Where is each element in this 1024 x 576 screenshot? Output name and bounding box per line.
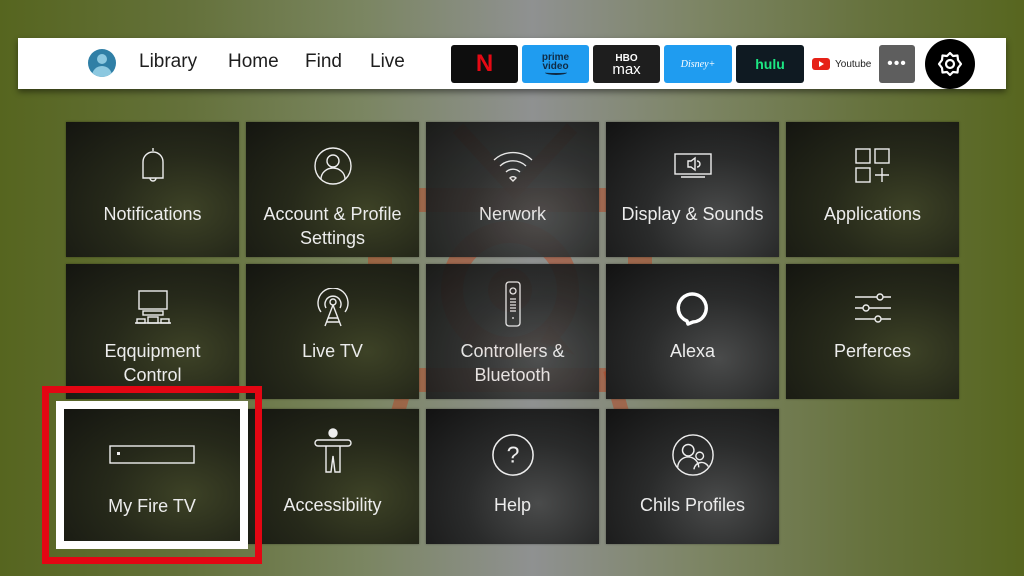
- app-prime-video[interactable]: prime video: [522, 45, 589, 83]
- apps-grid-icon: [851, 144, 895, 188]
- tile-label: Display & Sounds: [621, 204, 764, 224]
- user-circle-icon: [311, 144, 355, 188]
- tile-live-tv[interactable]: Live TV: [246, 264, 419, 399]
- netflix-logo-icon: N: [475, 50, 494, 77]
- hbo-logo-line2: max: [612, 61, 641, 78]
- app-netflix[interactable]: N: [451, 45, 518, 83]
- nav-home[interactable]: Home: [228, 51, 279, 73]
- accessibility-icon: [311, 428, 355, 473]
- help-icon: ?: [491, 433, 535, 477]
- tile-account-profile-settings[interactable]: Account & Profile Settings: [246, 122, 419, 257]
- app-disney-plus[interactable]: Disney+: [664, 45, 732, 83]
- highlight-box: [42, 386, 262, 564]
- tile-equipment-control[interactable]: Eqquipment Control: [66, 264, 239, 399]
- nav-live[interactable]: Live: [370, 51, 405, 73]
- tile-controllers-bluetooth[interactable]: Controllers & Bluetooth: [426, 264, 599, 399]
- tile-label: Nerwork: [478, 204, 546, 224]
- more-apps-button[interactable]: •••: [879, 45, 915, 83]
- tile-label: Perferces: [833, 341, 912, 361]
- tile-label: Help: [493, 495, 532, 515]
- disney-logo-icon: Disney+: [680, 58, 716, 70]
- tv-speaker-icon: [671, 144, 715, 188]
- tile-label: Chils Profiles: [639, 495, 746, 515]
- tile-accessibility[interactable]: Accessibility: [246, 409, 419, 544]
- tile-help[interactable]: ? Help: [426, 409, 599, 544]
- app-youtube[interactable]: Youtube: [812, 45, 872, 83]
- user-avatar-icon[interactable]: [88, 49, 116, 77]
- tile-notifications[interactable]: Notifications: [66, 122, 239, 257]
- hulu-logo-icon: hulu: [755, 56, 785, 72]
- nav-find[interactable]: Find: [305, 51, 342, 73]
- gear-icon: [937, 51, 963, 77]
- remote-icon: [491, 281, 535, 327]
- tile-applications[interactable]: Applications: [786, 122, 959, 257]
- youtube-play-icon: [812, 58, 830, 70]
- app-hbo-max[interactable]: HBO max: [593, 45, 660, 83]
- tile-label: Live TV: [302, 341, 363, 361]
- sliders-icon: [851, 286, 895, 330]
- app-hulu[interactable]: hulu: [736, 45, 804, 83]
- more-dots-icon: •••: [887, 55, 907, 72]
- bell-icon: [131, 144, 175, 188]
- tile-preferences[interactable]: Perferces: [786, 264, 959, 399]
- settings-button[interactable]: [925, 39, 975, 89]
- tile-label: Controllers & Bluetooth: [460, 341, 565, 385]
- tile-network[interactable]: Nerwork: [426, 122, 599, 257]
- youtube-label: Youtube: [835, 58, 872, 70]
- tile-label: Applications: [823, 204, 922, 224]
- top-navigation-bar: Library Home Find Live N prime video HBO…: [18, 38, 1006, 89]
- svg-text:?: ?: [506, 442, 519, 468]
- nav-library[interactable]: Library: [139, 51, 197, 73]
- tile-label: Notifications: [103, 204, 202, 224]
- tile-child-profiles[interactable]: Chils Profiles: [606, 409, 779, 544]
- tile-display-sounds[interactable]: Display & Sounds: [606, 122, 779, 257]
- wifi-icon: [491, 144, 535, 188]
- alexa-icon: [671, 286, 715, 330]
- tile-label: Account & Profile Settings: [263, 204, 402, 248]
- tile-alexa[interactable]: Alexa: [606, 264, 779, 399]
- tile-label: Eqquipment Control: [104, 341, 201, 385]
- child-profiles-icon: [671, 433, 715, 477]
- tile-label: Alexa: [669, 341, 716, 361]
- prime-smile-icon: [544, 70, 567, 75]
- equipment-icon: [131, 286, 175, 330]
- antenna-icon: [311, 286, 355, 330]
- tile-label: Accessibility: [283, 495, 382, 515]
